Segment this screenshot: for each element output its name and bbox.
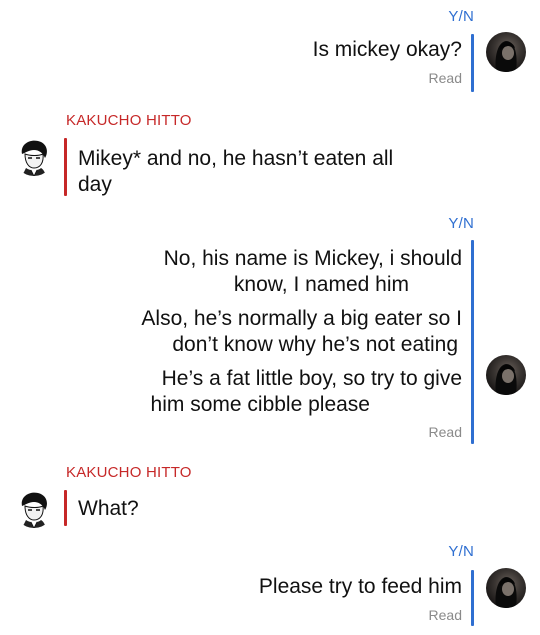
yn-avatar-icon[interactable] bbox=[486, 32, 526, 72]
message-text: No, his name is Mickey, i should bbox=[163, 247, 462, 270]
message-accent-bar bbox=[471, 240, 474, 444]
message-text: Please try to feed him bbox=[258, 575, 462, 598]
message-text: He’s a fat little boy, so try to give bbox=[161, 367, 462, 390]
sender-name-kakucho: KAKUCHO HITTO bbox=[66, 464, 192, 481]
message-text: What? bbox=[78, 497, 139, 520]
read-receipt: Read bbox=[428, 70, 462, 86]
read-receipt: Read bbox=[428, 424, 462, 440]
kakucho-avatar-icon[interactable] bbox=[14, 136, 54, 176]
message-text: Is mickey okay? bbox=[312, 38, 462, 61]
message-accent-bar bbox=[471, 570, 474, 626]
sender-name-yn: Y/N bbox=[448, 215, 474, 232]
kakucho-avatar-icon[interactable] bbox=[14, 488, 54, 528]
message-text: Mikey* and no, he hasn’t eaten all bbox=[78, 147, 394, 170]
yn-avatar-icon[interactable] bbox=[486, 568, 526, 608]
message-accent-bar bbox=[471, 34, 474, 92]
yn-avatar-icon[interactable] bbox=[486, 355, 526, 395]
message-text: day bbox=[78, 173, 112, 196]
sender-name-yn: Y/N bbox=[448, 8, 474, 25]
sender-name-kakucho: KAKUCHO HITTO bbox=[66, 112, 192, 129]
message-text: Also, he’s normally a big eater so I bbox=[141, 307, 462, 330]
message-text: know, I named him bbox=[233, 273, 409, 296]
message-text: don’t know why he’s not eating bbox=[172, 333, 458, 356]
sender-name-yn: Y/N bbox=[448, 543, 474, 560]
message-text: him some cibble please bbox=[150, 393, 370, 416]
message-accent-bar bbox=[64, 490, 67, 526]
read-receipt: Read bbox=[428, 607, 462, 623]
message-accent-bar bbox=[64, 138, 67, 196]
